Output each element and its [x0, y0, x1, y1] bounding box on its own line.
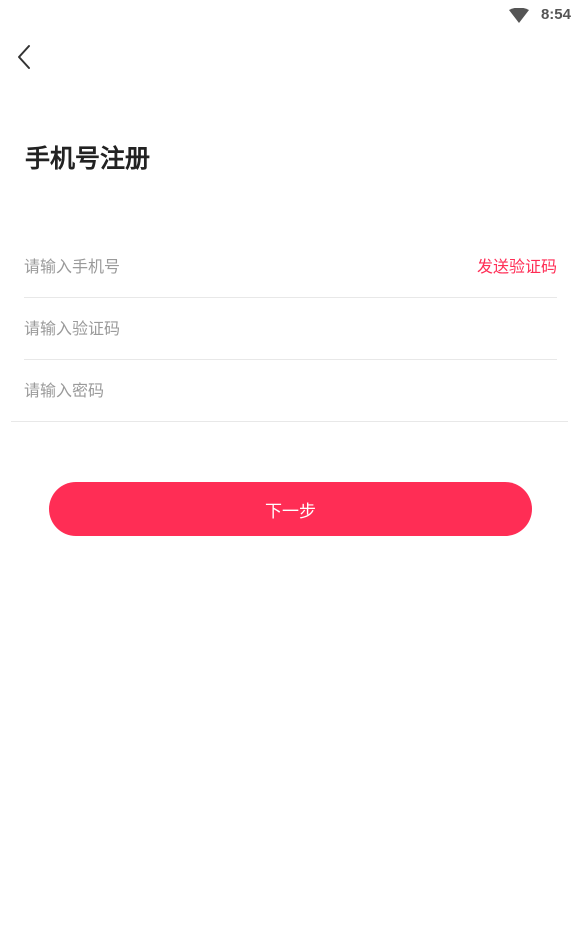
wifi-icon: [509, 7, 529, 24]
send-code-button[interactable]: 发送验证码: [477, 236, 557, 297]
code-field-row: [24, 298, 557, 360]
register-form: 发送验证码: [0, 236, 581, 422]
chevron-left-icon: [18, 45, 30, 69]
phone-input[interactable]: [24, 236, 404, 297]
page-title: 手机号注册: [25, 144, 151, 173]
next-step-button[interactable]: 下一步: [49, 482, 532, 536]
back-button[interactable]: [14, 42, 38, 72]
password-input[interactable]: [24, 360, 404, 421]
verification-code-input[interactable]: [24, 298, 404, 359]
status-time: 8:54: [540, 6, 571, 23]
status-bar: 8:54: [0, 0, 581, 30]
phone-field-row: 发送验证码: [24, 236, 557, 298]
password-field-row: [11, 360, 568, 422]
